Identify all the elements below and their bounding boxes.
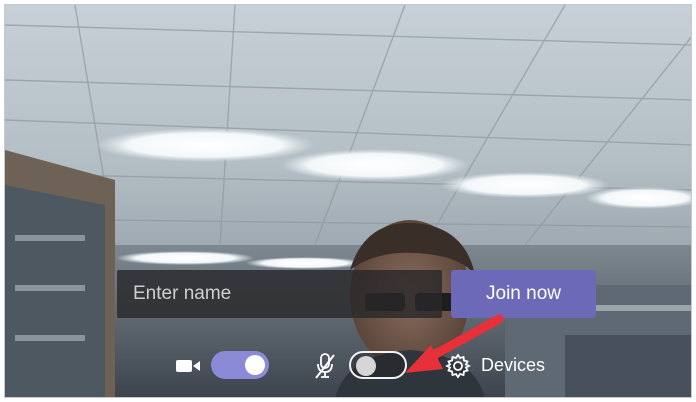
devices-button[interactable]: Devices xyxy=(481,355,545,376)
mic-muted-icon[interactable] xyxy=(313,352,337,380)
video-toggle[interactable] xyxy=(211,351,269,379)
mic-toggle[interactable] xyxy=(349,351,407,379)
join-now-button[interactable]: Join now xyxy=(451,270,596,318)
camera-background-image xyxy=(5,5,691,397)
video-camera-icon[interactable] xyxy=(175,357,201,375)
camera-preview: Join now Devices xyxy=(4,4,692,398)
gear-icon[interactable] xyxy=(445,353,471,379)
mic-toggle-knob xyxy=(356,356,376,376)
name-input[interactable] xyxy=(117,270,442,318)
video-toggle-knob xyxy=(245,355,265,375)
